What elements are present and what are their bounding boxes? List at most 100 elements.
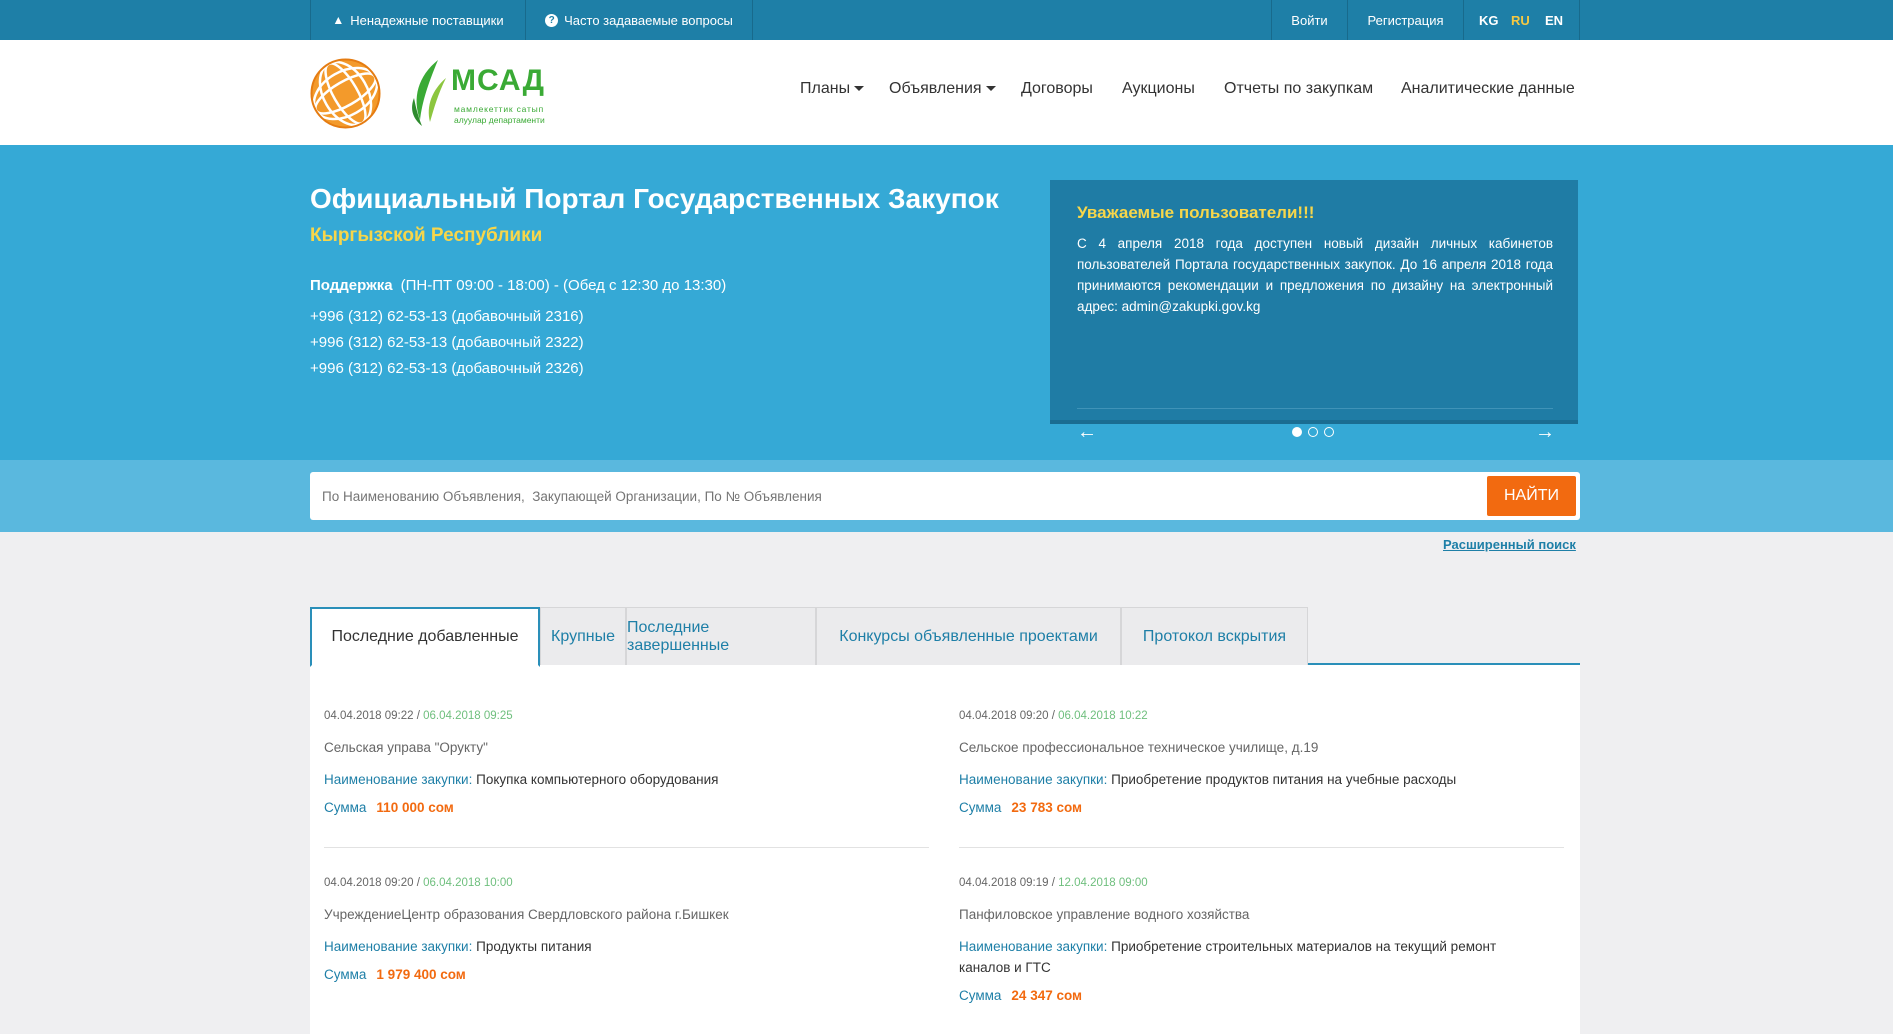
nav-announcements-label: Объявления	[889, 80, 982, 97]
list-item[interactable]: 04.04.2018 09:20 / 06.04.2018 10:00 Учре…	[324, 877, 929, 982]
carousel-dot[interactable]	[1308, 427, 1318, 437]
page-title: Официальный Портал Государственных Закуп…	[310, 183, 999, 214]
tender-dates: 04.04.2018 09:20 / 06.04.2018 10:22	[959, 710, 1148, 722]
warning-icon: ▲	[332, 13, 345, 27]
msad-logo[interactable]: МСАД мамлекеттик сатып алуулар департаме…	[408, 56, 553, 130]
nav-analytics[interactable]: Аналитические данные	[1401, 80, 1575, 98]
sum-value: 110 000 сом	[376, 800, 454, 815]
arrow-right-icon[interactable]: →	[1535, 421, 1555, 444]
tab-large[interactable]: Крупные	[540, 607, 626, 665]
tender-sum: Сумма 24 347 сом	[959, 988, 1539, 1003]
support-label: Поддержка	[310, 277, 393, 294]
publish-date: 04.04.2018 09:22	[324, 710, 414, 722]
purchase-value: Покупка компьютерного оборудования	[476, 772, 719, 787]
sum-value: 1 979 400 сом	[376, 967, 466, 982]
purchase-name: Наименование закупки: Приобретение строи…	[959, 936, 1539, 978]
search-button[interactable]: НАЙТИ	[1487, 476, 1576, 516]
organization-name: Панфиловское управление водного хозяйств…	[959, 907, 1250, 922]
organization-name: Сельское профессиональное техническое уч…	[959, 740, 1319, 755]
lang-ru[interactable]: RU	[1511, 0, 1530, 40]
hero-section: Официальный Портал Государственных Закуп…	[0, 145, 1893, 460]
tender-sum: Сумма 110 000 сом	[324, 800, 929, 815]
purchase-name: Наименование закупки: Продукты питания	[324, 936, 929, 957]
sum-label: Сумма	[959, 988, 1002, 1003]
tab-project-tenders[interactable]: Конкурсы объявленные проектами	[816, 607, 1121, 665]
sum-label: Сумма	[324, 967, 367, 982]
unreliable-suppliers-label: Ненадежные поставщики	[350, 12, 504, 28]
organization-name: Сельская управа "Орукту"	[324, 740, 488, 755]
notice-carousel: Уважаемые пользователи!!! С 4 апреля 201…	[1050, 180, 1578, 443]
purchase-label: Наименование закупки:	[324, 939, 473, 954]
search-input[interactable]	[322, 472, 1472, 520]
question-icon: ?	[545, 13, 559, 27]
tender-dates: 04.04.2018 09:22 / 06.04.2018 09:25	[324, 710, 513, 722]
top-bar: ▲ Ненадежные поставщики ? Часто задаваем…	[0, 0, 1893, 40]
nav-auctions[interactable]: Аукционы	[1122, 80, 1195, 98]
chevron-down-icon	[985, 86, 996, 92]
nav-reports[interactable]: Отчеты по закупкам	[1224, 80, 1373, 98]
tabs-bar: Последние добавленные Крупные Последние …	[310, 607, 1580, 667]
tab-latest-completed[interactable]: Последние завершенные	[626, 607, 816, 665]
nav-plans[interactable]: Планы	[800, 80, 865, 98]
msad-name: МСАД	[451, 64, 546, 97]
nav-contracts[interactable]: Договоры	[1021, 80, 1093, 98]
purchase-value: Продукты питания	[476, 939, 592, 954]
publish-date: 04.04.2018 09:19	[959, 877, 1049, 889]
register-label: Регистрация	[1367, 12, 1444, 28]
support-phone: +996 (312) 62-53-13 (добавочный 2322)	[310, 334, 584, 351]
deadline-date: 06.04.2018 10:22	[1058, 710, 1148, 722]
msad-tagline-2: алуулар департаменти	[454, 115, 545, 125]
purchase-label: Наименование закупки:	[959, 772, 1108, 787]
nav-plans-label: Планы	[800, 80, 851, 97]
deadline-date: 06.04.2018 09:25	[423, 710, 513, 722]
list-item[interactable]: 04.04.2018 09:20 / 06.04.2018 10:22 Сель…	[959, 710, 1564, 815]
tender-list: 04.04.2018 09:22 / 06.04.2018 09:25 Сель…	[310, 665, 1580, 1034]
login-link[interactable]: Войти	[1271, 0, 1347, 40]
divider	[959, 847, 1564, 848]
sum-value: 23 783 сом	[1011, 800, 1083, 815]
sum-label: Сумма	[324, 800, 367, 815]
support-hours: (ПН-ПТ 09:00 - 18:00) - (Обед с 12:30 до…	[400, 277, 727, 294]
msad-tagline-1: мамлекеттик сатып	[454, 104, 544, 114]
advanced-search-link[interactable]: Расширенный поиск	[1443, 537, 1576, 552]
publish-date: 04.04.2018 09:20	[324, 877, 414, 889]
lang-en[interactable]: EN	[1545, 0, 1563, 40]
notice-title: Уважаемые пользователи!!!	[1077, 203, 1315, 222]
tender-sum: Сумма 23 783 сом	[959, 800, 1564, 815]
list-item[interactable]: 04.04.2018 09:19 / 12.04.2018 09:00 Панф…	[959, 877, 1539, 1003]
tender-dates: 04.04.2018 09:19 / 12.04.2018 09:00	[959, 877, 1148, 889]
site-header: МСАД мамлекеттик сатып алуулар департаме…	[0, 40, 1893, 145]
login-label: Войти	[1291, 12, 1328, 28]
leaf-icon	[412, 60, 446, 126]
sum-label: Сумма	[959, 800, 1002, 815]
nav-announcements[interactable]: Объявления	[889, 80, 996, 98]
carousel-dot[interactable]	[1324, 427, 1334, 437]
faq-link[interactable]: ? Часто задаваемые вопросы	[525, 0, 753, 40]
publish-date: 04.04.2018 09:20	[959, 710, 1049, 722]
carousel-dot[interactable]	[1292, 427, 1302, 437]
chevron-down-icon	[854, 86, 865, 92]
unreliable-suppliers-link[interactable]: ▲ Ненадежные поставщики	[310, 0, 525, 40]
support-phone: +996 (312) 62-53-13 (добавочный 2326)	[310, 360, 584, 377]
tab-latest-added[interactable]: Последние добавленные	[310, 607, 540, 667]
deadline-date: 12.04.2018 09:00	[1058, 877, 1148, 889]
faq-label: Часто задаваемые вопросы	[564, 12, 733, 28]
purchase-label: Наименование закупки:	[324, 772, 473, 787]
register-link[interactable]: Регистрация	[1347, 0, 1463, 40]
page-subtitle: Кыргызской Республики	[310, 225, 543, 246]
divider	[324, 847, 929, 848]
purchase-name: Наименование закупки: Покупка компьютерн…	[324, 769, 929, 790]
carousel-dots	[1292, 427, 1334, 437]
arrow-left-icon[interactable]: ←	[1077, 421, 1097, 444]
divider	[1077, 408, 1553, 409]
list-item[interactable]: 04.04.2018 09:22 / 06.04.2018 09:25 Сель…	[324, 710, 929, 815]
purchase-value: Приобретение продуктов питания на учебны…	[1111, 772, 1457, 787]
purchase-name: Наименование закупки: Приобретение проду…	[959, 769, 1564, 790]
tab-opening-protocol[interactable]: Протокол вскрытия	[1121, 607, 1308, 665]
tender-sum: Сумма 1 979 400 сом	[324, 967, 929, 982]
support-phone: +996 (312) 62-53-13 (добавочный 2316)	[310, 308, 584, 325]
lang-kg[interactable]: KG	[1479, 0, 1499, 40]
organization-name: УчреждениеЦентр образования Свердловског…	[324, 907, 729, 922]
portal-globe-logo[interactable]	[310, 58, 381, 129]
search-band: НАЙТИ	[0, 460, 1893, 532]
